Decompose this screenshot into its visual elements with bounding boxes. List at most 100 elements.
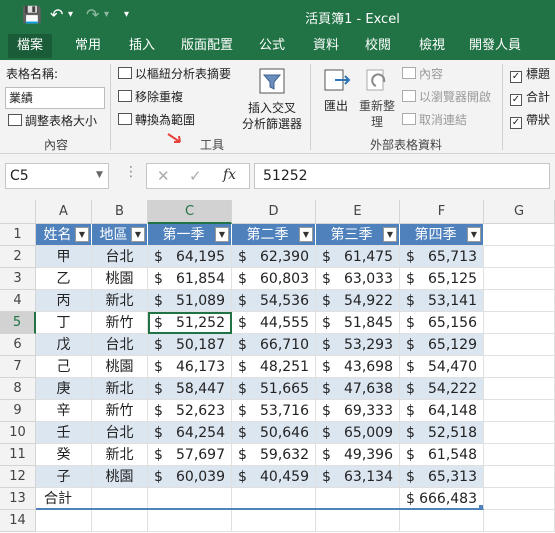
empty-cell[interactable] xyxy=(484,422,555,444)
resize-table-button[interactable]: 調整表格大小 xyxy=(8,113,97,129)
empty-cell[interactable] xyxy=(232,510,316,532)
total-row-value[interactable]: $666,483 xyxy=(400,488,484,510)
table-cell[interactable]: $64,148 xyxy=(400,400,484,422)
total-row-cell[interactable] xyxy=(316,488,400,510)
table-cell[interactable]: $49,396 xyxy=(316,444,400,466)
empty-cell[interactable] xyxy=(484,356,555,378)
table-cell[interactable]: $65,009 xyxy=(316,422,400,444)
table-cell[interactable]: $63,033 xyxy=(316,268,400,290)
table-cell[interactable]: $40,459 xyxy=(232,466,316,488)
filter-dropdown-icon[interactable]: ▼ xyxy=(299,227,313,242)
filter-dropdown-icon[interactable]: ▼ xyxy=(131,227,145,242)
table-cell[interactable]: $59,632 xyxy=(232,444,316,466)
empty-cell[interactable] xyxy=(316,510,400,532)
banded-rows-checkbox[interactable]: ✓ 帶狀 xyxy=(510,112,550,129)
table-cell[interactable]: $48,251 xyxy=(232,356,316,378)
table-cell[interactable]: $43,698 xyxy=(316,356,400,378)
column-header-f[interactable]: F xyxy=(400,200,484,224)
cancel-icon[interactable]: ✕ xyxy=(157,167,170,185)
table-cell[interactable]: $54,536 xyxy=(232,290,316,312)
table-cell[interactable]: 台北 xyxy=(92,246,148,268)
column-header-d[interactable]: D xyxy=(232,200,316,224)
table-cell[interactable]: $53,141 xyxy=(400,290,484,312)
table-header-cell[interactable]: 第三季 ▼ xyxy=(316,224,400,246)
tab-page-layout[interactable]: 版面配置 xyxy=(176,32,238,60)
table-header-cell[interactable]: 第二季 ▼ xyxy=(232,224,316,246)
header-row-checkbox[interactable]: ✓ 標題 xyxy=(510,66,550,83)
empty-cell[interactable] xyxy=(484,510,555,532)
summarize-pivot-button[interactable]: 以樞紐分析表摘要 xyxy=(118,66,231,82)
table-cell[interactable]: $50,187 xyxy=(148,334,232,356)
empty-cell[interactable] xyxy=(484,268,555,290)
table-cell[interactable]: 辛 xyxy=(36,400,92,422)
drag-handle-icon[interactable]: ⋮ xyxy=(124,164,138,180)
table-cell[interactable]: $52,518 xyxy=(400,422,484,444)
table-cell[interactable]: 新竹 xyxy=(92,400,148,422)
select-all-corner[interactable] xyxy=(0,200,36,224)
table-cell[interactable]: $46,173 xyxy=(148,356,232,378)
table-cell[interactable]: 新北 xyxy=(92,444,148,466)
table-cell[interactable]: $57,697 xyxy=(148,444,232,466)
table-cell[interactable]: $66,710 xyxy=(232,334,316,356)
insert-slicer-button[interactable]: 插入交叉 分析篩選器 xyxy=(240,66,304,131)
empty-cell[interactable] xyxy=(484,246,555,268)
table-cell[interactable]: $63,134 xyxy=(316,466,400,488)
table-cell[interactable]: $51,089 xyxy=(148,290,232,312)
table-cell[interactable]: $62,390 xyxy=(232,246,316,268)
table-cell[interactable]: $50,646 xyxy=(232,422,316,444)
column-header-g[interactable]: G xyxy=(484,200,555,224)
tab-insert[interactable]: 插入 xyxy=(120,32,164,60)
table-cell[interactable]: 新北 xyxy=(92,378,148,400)
table-header-cell[interactable]: 第一季 ▼ xyxy=(148,224,232,246)
row-header-13[interactable]: 13 xyxy=(0,488,36,510)
table-cell[interactable]: $65,156 xyxy=(400,312,484,334)
table-cell[interactable]: $61,854 xyxy=(148,268,232,290)
row-header-10[interactable]: 10 xyxy=(0,422,36,444)
row-header-3[interactable]: 3 xyxy=(0,268,36,290)
column-header-a[interactable]: A xyxy=(36,200,92,224)
table-cell[interactable]: $44,555 xyxy=(232,312,316,334)
table-cell[interactable]: $65,313 xyxy=(400,466,484,488)
column-header-e[interactable]: E xyxy=(316,200,400,224)
table-cell[interactable]: 台北 xyxy=(92,422,148,444)
filter-dropdown-icon[interactable]: ▼ xyxy=(467,227,481,242)
tab-developer[interactable]: 開發人員 xyxy=(462,32,528,60)
table-cell[interactable]: $58,447 xyxy=(148,378,232,400)
table-cell[interactable]: 己 xyxy=(36,356,92,378)
empty-cell[interactable] xyxy=(148,510,232,532)
table-cell[interactable]: $51,845 xyxy=(316,312,400,334)
table-cell[interactable]: $51,252 xyxy=(148,312,232,334)
table-name-input[interactable]: 業績 xyxy=(5,87,105,109)
empty-cell[interactable] xyxy=(484,334,555,356)
empty-cell[interactable] xyxy=(484,290,555,312)
total-row-label[interactable]: 合計 xyxy=(36,488,92,510)
filter-dropdown-icon[interactable]: ▼ xyxy=(75,227,89,242)
table-cell[interactable]: $61,475 xyxy=(316,246,400,268)
refresh-button[interactable]: 重新整 理 xyxy=(356,66,398,130)
table-header-cell[interactable]: 第四季 ▼ xyxy=(400,224,484,246)
table-cell[interactable]: $65,713 xyxy=(400,246,484,268)
tab-home[interactable]: 常用 xyxy=(66,32,110,60)
row-header-8[interactable]: 8 xyxy=(0,378,36,400)
filter-dropdown-icon[interactable]: ▼ xyxy=(383,227,397,242)
table-cell[interactable]: 癸 xyxy=(36,444,92,466)
table-cell[interactable]: $65,125 xyxy=(400,268,484,290)
table-cell[interactable]: $54,470 xyxy=(400,356,484,378)
row-header-14[interactable]: 14 xyxy=(0,510,36,532)
empty-cell[interactable] xyxy=(484,488,555,510)
table-cell[interactable]: 丙 xyxy=(36,290,92,312)
filter-dropdown-icon[interactable]: ▼ xyxy=(215,227,229,242)
row-header-7[interactable]: 7 xyxy=(0,356,36,378)
worksheet-grid[interactable]: A B C D E F G 1 2 3 4 5 6 7 8 9 10 11 12 13 14 姓名 ▼ 地區 ▼ 第一季 ▼ 第二季 ▼… xyxy=(0,200,555,533)
table-header-cell[interactable]: 地區 ▼ xyxy=(92,224,148,246)
row-header-6[interactable]: 6 xyxy=(0,334,36,356)
table-cell[interactable]: 桃園 xyxy=(92,268,148,290)
table-cell[interactable]: $53,293 xyxy=(316,334,400,356)
table-cell[interactable]: $64,195 xyxy=(148,246,232,268)
table-cell[interactable]: 乙 xyxy=(36,268,92,290)
table-cell[interactable]: 壬 xyxy=(36,422,92,444)
table-cell[interactable]: $61,548 xyxy=(400,444,484,466)
table-cell[interactable]: $51,665 xyxy=(232,378,316,400)
table-cell[interactable]: $65,129 xyxy=(400,334,484,356)
name-box-dropdown-icon[interactable]: ▼ xyxy=(96,170,103,180)
